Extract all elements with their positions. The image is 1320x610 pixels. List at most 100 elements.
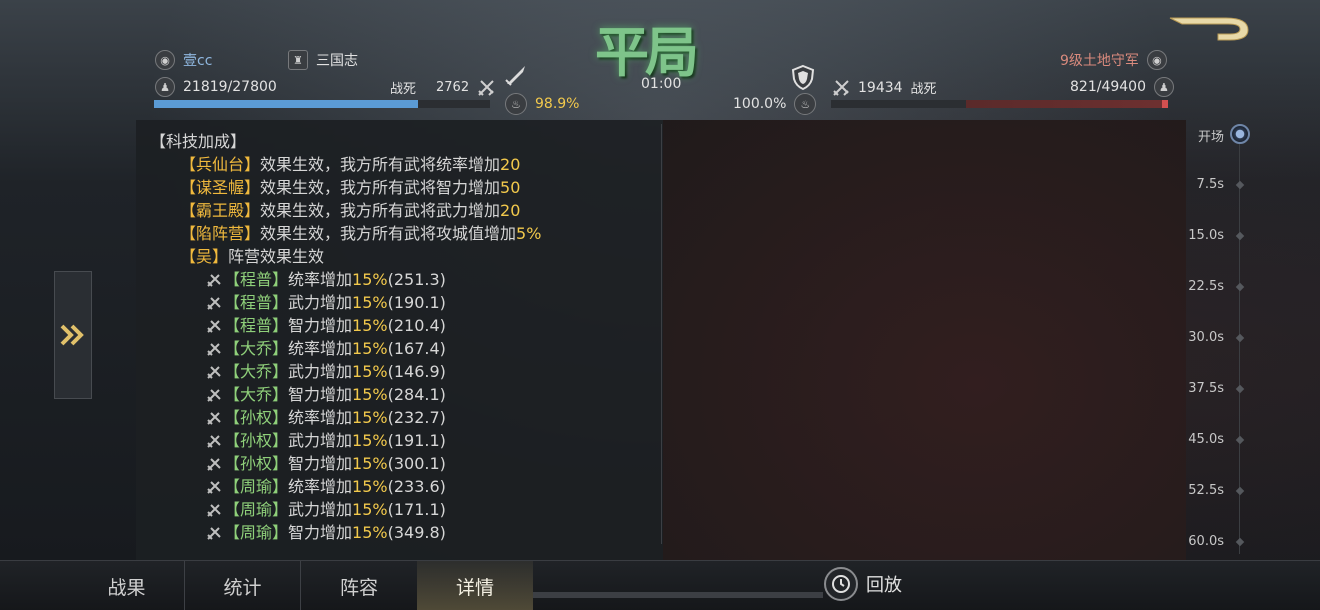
expand-panel-button[interactable] [54, 271, 92, 399]
battle-header: 平局 ◉ 壹cc ♜ 三国志 ♟ 21819/27800 战死 2762 ♨ 9… [0, 0, 1320, 120]
skill-icon [207, 296, 221, 310]
buff-percent: 15% [352, 362, 388, 381]
buff-percent: 15% [352, 477, 388, 496]
skill-icon [207, 388, 221, 402]
tech-effect-text: 效果生效，我方所有武将武力增加 [260, 201, 501, 220]
tab-results[interactable]: 战果 [69, 561, 185, 610]
general-buff-line: 【孙权】 统率增加 15% (232.7) [150, 406, 660, 429]
tech-effect-value: 50 [500, 178, 521, 197]
sword-icon [505, 66, 525, 86]
left-troops-row: ♟ 21819/27800 [155, 77, 277, 97]
right-troop-bar-fill [1162, 100, 1168, 108]
general-buff-line: 【程普】 武力增加 15% (190.1) [150, 291, 660, 314]
crossed-swords-icon [833, 79, 849, 96]
timeline-marker[interactable]: 37.5s [1186, 379, 1256, 399]
tech-name: 【霸王殿】 [180, 201, 261, 220]
skill-icon [207, 480, 221, 494]
buff-text: 武力增加 [288, 431, 353, 450]
buff-text: 武力增加 [288, 362, 353, 381]
buff-result: (146.9) [387, 362, 446, 381]
skill-icon [207, 342, 221, 356]
buff-percent: 15% [352, 270, 388, 289]
timeline-marker[interactable]: 52.5s [1186, 481, 1256, 501]
timeline-label: 30.0s [1188, 330, 1224, 345]
left-troop-bar [154, 100, 490, 108]
camp-effect-line: 【吴】 阵营效果生效 [150, 245, 660, 268]
buff-text: 智力增加 [288, 523, 353, 542]
buff-result: (210.4) [387, 316, 446, 335]
general-name: 【孙权】 [224, 431, 289, 450]
battle-timeline[interactable]: 开场 7.5s 15.0s 22.5s 30.0s 37.5s 45.0s 52.5s 60.0… [1186, 120, 1256, 560]
tab-label: 战果 [107, 576, 146, 599]
general-buff-line: 【周瑜】 智力增加 15% (349.8) [150, 521, 660, 544]
timeline-marker[interactable]: 60.0s [1186, 532, 1256, 552]
buff-text: 统率增加 [288, 477, 353, 496]
battle-result-title: 平局 [595, 20, 699, 84]
buff-result: (233.6) [387, 477, 446, 496]
right-player-name-row: 9级土地守军 ◉ [1060, 50, 1167, 70]
panel-divider [661, 124, 662, 544]
battle-timer-text: 01:00 [641, 76, 682, 92]
general-buff-line: 【孙权】 智力增加 15% (300.1) [150, 452, 660, 475]
left-morale: 98.9% [535, 96, 580, 112]
tech-section-heading: 【科技加成】 [150, 132, 247, 151]
replay-progress-track[interactable] [533, 592, 823, 598]
tech-effect-value: 5% [516, 224, 542, 243]
back-arrow-icon[interactable] [1168, 12, 1252, 42]
left-troop-bar-fill [154, 100, 418, 108]
tab-lineup[interactable]: 阵容 [301, 561, 417, 610]
tech-effect-value: 20 [500, 155, 521, 174]
timeline-marker[interactable]: 45.0s [1186, 430, 1256, 450]
general-name: 【程普】 [224, 293, 289, 312]
buff-text: 智力增加 [288, 316, 353, 335]
castle-icon: ♜ [288, 50, 308, 70]
tech-name: 【陷阵营】 [180, 224, 261, 243]
right-troop-bar [831, 100, 1168, 108]
timeline-dot [1235, 231, 1245, 241]
tab-details[interactable]: 详情 [417, 561, 533, 610]
skill-icon [207, 434, 221, 448]
skill-icon [207, 365, 221, 379]
timeline-marker[interactable]: 30.0s [1186, 328, 1256, 348]
general-name: 【大乔】 [224, 385, 289, 404]
general-name: 【大乔】 [224, 339, 289, 358]
avatar-icon: ◉ [155, 50, 175, 70]
double-chevron-right-icon [60, 324, 84, 346]
timeline-dot [1235, 282, 1245, 292]
tech-name: 【谋圣幄】 [180, 178, 261, 197]
timeline-dot [1235, 537, 1245, 547]
buff-text: 智力增加 [288, 454, 353, 473]
tab-label: 详情 [455, 576, 494, 599]
buff-text: 武力增加 [288, 500, 353, 519]
general-buff-line: 【周瑜】 统率增加 15% (233.6) [150, 475, 660, 498]
buff-percent: 15% [352, 454, 388, 473]
tech-effect-text: 效果生效，我方所有武将统率增加 [260, 155, 501, 174]
left-player-name-row: ◉ 壹cc [155, 50, 212, 70]
battle-log[interactable]: 【科技加成】 【兵仙台】 效果生效，我方所有武将统率增加 20 【谋圣幄】 效果生效，我… [150, 130, 660, 544]
tech-effect-value: 20 [500, 201, 521, 220]
general-name: 【孙权】 [224, 454, 289, 473]
buff-percent: 15% [352, 385, 388, 404]
bottom-tab-bar: 战果 统计 阵容 详情 [0, 560, 1320, 610]
buff-percent: 15% [352, 523, 388, 542]
left-morale-row: ♨ 98.9% [505, 93, 579, 115]
timeline-marker[interactable]: 开场 [1186, 124, 1256, 145]
log-section-title: 【科技加成】 [150, 130, 660, 153]
general-buff-line: 【大乔】 统率增加 15% (167.4) [150, 337, 660, 360]
buff-percent: 15% [352, 408, 388, 427]
buff-percent: 15% [352, 431, 388, 450]
right-morale-row: 100.0% ♨ [733, 93, 817, 115]
left-killed-label: 战死 [390, 82, 417, 97]
replay-button[interactable]: 回放 [824, 567, 902, 601]
skill-icon [207, 457, 221, 471]
tab-statistics[interactable]: 统计 [185, 561, 301, 610]
right-troops-row: 821/49400 ♟ [1070, 77, 1174, 97]
timeline-marker[interactable]: 7.5s [1186, 175, 1256, 195]
avatar-icon: ◉ [1146, 50, 1167, 70]
tech-effect-text: 效果生效，我方所有武将攻城值增加 [260, 224, 517, 243]
timeline-marker[interactable]: 15.0s [1186, 226, 1256, 246]
buff-percent: 15% [352, 339, 388, 358]
soldier-icon: ♟ [155, 77, 175, 97]
general-buff-line: 【程普】 统率增加 15% (251.3) [150, 268, 660, 291]
timeline-marker[interactable]: 22.5s [1186, 277, 1256, 297]
